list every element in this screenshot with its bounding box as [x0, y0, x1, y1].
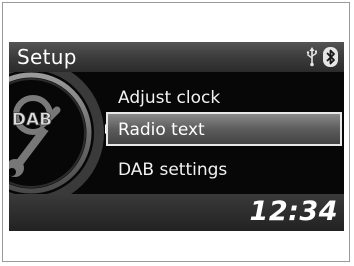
category-panel: DAB	[9, 72, 104, 194]
menu-item-label: Radio text	[118, 120, 205, 140]
menu-item-adjust-clock[interactable]: Adjust clock	[104, 80, 344, 116]
menu-item-radio-text[interactable]: Radio text	[106, 112, 342, 146]
menu-item-label: Adjust clock	[118, 88, 221, 108]
page-title: Setup	[17, 45, 77, 69]
usb-icon	[306, 47, 317, 67]
status-bar: 12:34	[9, 194, 344, 231]
display-screen: Setup DAB Adjust clock Radio text DAB se…	[9, 42, 344, 231]
title-bar: Setup	[9, 42, 344, 72]
bluetooth-icon	[323, 47, 338, 67]
dab-badge-text: DAB	[12, 110, 52, 130]
menu-item-dab-settings[interactable]: DAB settings	[104, 152, 344, 188]
menu-item-label: DAB settings	[118, 160, 228, 180]
clock-display: 12:34	[249, 196, 338, 227]
